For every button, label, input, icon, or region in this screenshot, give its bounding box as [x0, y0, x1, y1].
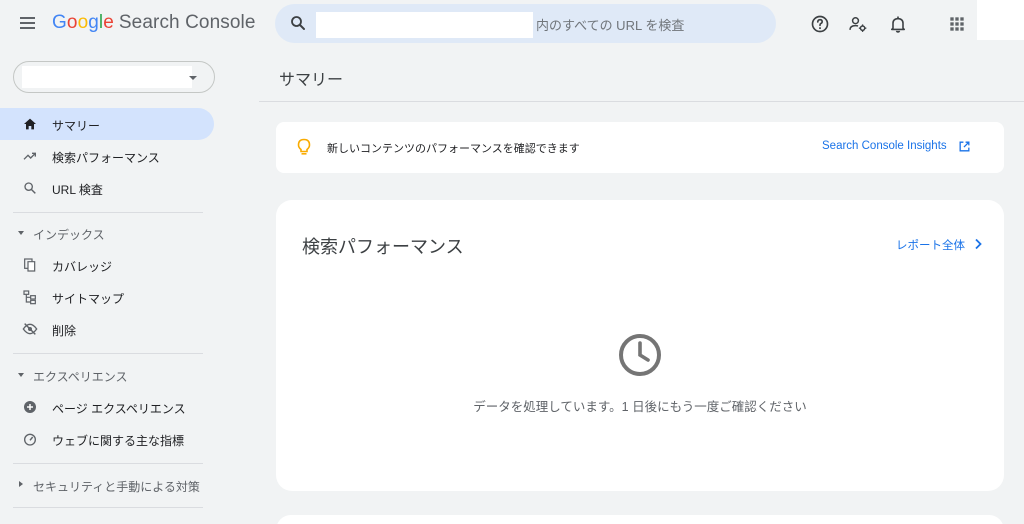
sidebar-item-label: 削除	[52, 324, 77, 338]
sidebar-item-label: URL 検査	[52, 183, 103, 197]
coverage-icon	[24, 258, 36, 272]
sidebar-item-sitemaps[interactable]: サイトマップ	[0, 281, 214, 313]
next-card	[276, 515, 1004, 524]
logo-letter: e	[103, 12, 114, 33]
sidebar-item-url-inspection[interactable]: URL 検査	[0, 172, 214, 204]
add-circle-icon	[24, 401, 36, 413]
caret-down-icon	[18, 373, 24, 377]
home-icon	[24, 118, 36, 130]
search-input[interactable]	[316, 12, 533, 38]
apps-icon[interactable]	[947, 14, 967, 34]
top-app-bar: Google Search Console 内のすべての URL を検査	[0, 0, 1024, 50]
section-label: エクスペリエンス	[33, 370, 128, 384]
sidebar-section-security[interactable]: セキュリティと手動による対策	[0, 474, 214, 496]
logo-letter: G	[52, 12, 67, 33]
insights-banner: 新しいコンテンツのパフォーマンスを確認できます Search Console I…	[276, 122, 1004, 173]
url-inspection-search-bar[interactable]: 内のすべての URL を検査	[275, 4, 776, 43]
help-icon[interactable]	[810, 14, 830, 34]
search-console-insights-link[interactable]: Search Console Insights	[822, 140, 947, 152]
sidebar-item-page-experience[interactable]: ページ エクスペリエンス	[0, 391, 214, 423]
sidebar-item-coverage[interactable]: カバレッジ	[0, 249, 214, 281]
sidebar-item-core-web-vitals[interactable]: ウェブに関する主な指標	[0, 423, 214, 455]
sidebar-item-summary[interactable]: サマリー	[0, 108, 214, 140]
manage-users-icon[interactable]	[848, 14, 868, 34]
logo-letter: o	[77, 12, 89, 33]
sidebar-section-experience[interactable]: エクスペリエンス	[0, 364, 214, 386]
clock-icon	[619, 334, 661, 376]
sidebar-item-removals[interactable]: 削除	[0, 313, 214, 345]
sitemap-icon	[23, 290, 36, 305]
lightbulb-icon	[297, 138, 311, 155]
property-name-field	[22, 66, 192, 88]
search-performance-card: 検索パフォーマンス レポート全体 データを処理しています。1 日後にもう一度ご確…	[276, 200, 1004, 491]
product-name: Search Console	[118, 12, 256, 33]
processing-message: データを処理しています。1 日後にもう一度ご確認ください	[473, 400, 807, 414]
sidebar-divider	[13, 463, 203, 464]
logo-letter: o	[66, 12, 78, 33]
property-selector[interactable]	[13, 61, 215, 93]
sidebar-item-label: ページ エクスペリエンス	[52, 402, 186, 416]
trending-up-icon	[23, 152, 36, 160]
title-divider	[259, 101, 1024, 102]
visibility-off-icon	[22, 323, 38, 335]
insights-message: 新しいコンテンツのパフォーマンスを確認できます	[327, 143, 580, 155]
section-label: インデックス	[33, 228, 105, 242]
sidebar-item-search-performance[interactable]: 検索パフォーマンス	[0, 140, 214, 172]
sidebar-divider	[13, 212, 203, 213]
account-area[interactable]	[977, 0, 1024, 40]
sidebar-divider	[13, 507, 203, 508]
search-icon[interactable]	[289, 14, 307, 32]
speed-gauge-icon	[24, 433, 36, 446]
chevron-down-icon[interactable]	[189, 76, 197, 80]
full-report-link[interactable]: レポート全体	[896, 237, 965, 253]
menu-icon[interactable]	[18, 14, 38, 34]
section-label: セキュリティと手動による対策	[33, 480, 200, 494]
app-logo[interactable]: Google Search Console	[52, 12, 256, 34]
sidebar-section-index[interactable]: インデックス	[0, 222, 214, 244]
open-in-new-icon[interactable]	[958, 140, 971, 153]
sidebar-item-label: カバレッジ	[52, 260, 113, 274]
card-title: 検索パフォーマンス	[302, 237, 464, 257]
search-icon	[24, 182, 36, 194]
caret-down-icon	[18, 231, 24, 235]
sidebar-divider	[13, 353, 203, 354]
notifications-icon[interactable]	[888, 14, 908, 34]
sidebar-item-label: 検索パフォーマンス	[52, 151, 160, 165]
sidebar-item-label: ウェブに関する主な指標	[52, 434, 185, 448]
caret-right-icon	[19, 481, 23, 487]
logo-letter: g	[88, 12, 99, 33]
page-title: サマリー	[279, 72, 344, 89]
sidebar-item-label: サイトマップ	[52, 292, 125, 306]
sidebar-item-label: サマリー	[52, 119, 101, 133]
search-placeholder: 内のすべての URL を検査	[536, 18, 685, 33]
chevron-right-icon[interactable]	[973, 238, 983, 250]
